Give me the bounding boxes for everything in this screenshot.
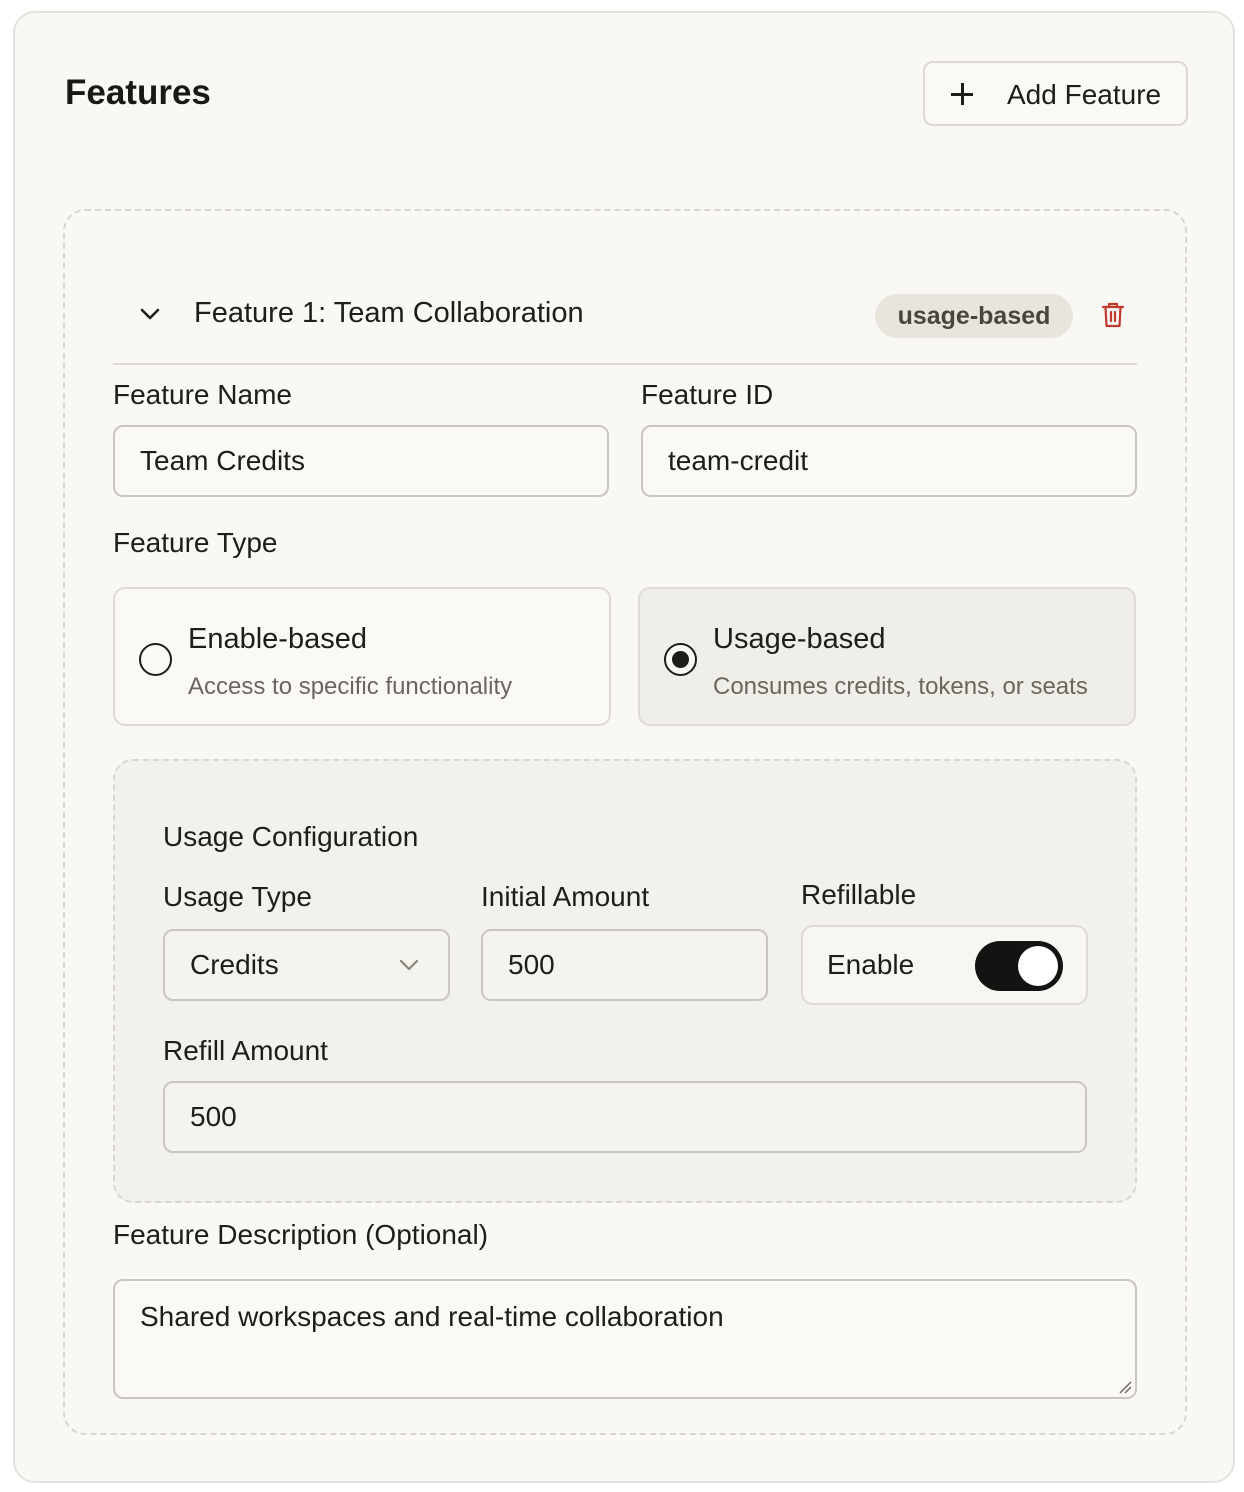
refillable-label: Refillable xyxy=(801,879,917,910)
refill-amount-label: Refill Amount xyxy=(163,1035,328,1066)
type-option-name: Enable-based xyxy=(188,623,367,655)
feature-card: Feature 1: Team Collaboration usage-base… xyxy=(63,209,1187,1435)
refill-amount-input[interactable]: 500 xyxy=(163,1081,1087,1153)
refillable-toggle-label: Enable xyxy=(827,949,915,980)
feature-description-value: Shared workspaces and real-time collabor… xyxy=(140,1301,724,1332)
feature-type-label: Feature Type xyxy=(113,527,278,558)
usage-type-value: Credits xyxy=(190,949,279,980)
feature-title: Feature 1: Team Collaboration xyxy=(194,297,584,329)
usage-type-label: Usage Type xyxy=(163,881,312,912)
initial-amount-input[interactable]: 500 xyxy=(481,929,768,1001)
add-feature-button[interactable]: Add Feature xyxy=(923,61,1188,126)
feature-type-badge: usage-based xyxy=(875,294,1073,338)
plus-icon xyxy=(947,79,977,109)
chevron-down-icon[interactable] xyxy=(137,301,163,327)
feature-id-input[interactable]: team-credit xyxy=(641,425,1137,497)
features-panel: Features Add Feature Feature 1: Team Col… xyxy=(13,11,1235,1483)
usage-configuration-title: Usage Configuration xyxy=(163,821,419,852)
type-option-description: Consumes credits, tokens, or seats xyxy=(713,673,1088,700)
header-divider xyxy=(113,363,1137,365)
radio-enable-based[interactable] xyxy=(139,643,172,676)
add-feature-label: Add Feature xyxy=(1007,79,1162,110)
refillable-toggle[interactable] xyxy=(975,941,1063,991)
trash-icon[interactable] xyxy=(1101,301,1125,329)
initial-amount-label: Initial Amount xyxy=(481,881,650,912)
resize-handle-icon[interactable] xyxy=(1118,1380,1132,1394)
feature-id-label: Feature ID xyxy=(641,379,774,410)
feature-description-textarea[interactable]: Shared workspaces and real-time collabor… xyxy=(113,1279,1137,1399)
usage-configuration: Usage Configuration Usage Type Credits I… xyxy=(113,759,1137,1203)
feature-name-label: Feature Name xyxy=(113,379,292,410)
type-option-description: Access to specific functionality xyxy=(188,673,513,700)
chevron-down-icon xyxy=(399,959,419,971)
feature-name-input[interactable]: Team Credits xyxy=(113,425,609,497)
radio-usage-based[interactable] xyxy=(664,643,697,676)
type-option-name: Usage-based xyxy=(713,623,886,655)
toggle-knob xyxy=(1018,946,1058,986)
feature-description-label: Feature Description (Optional) xyxy=(113,1219,489,1250)
page-title: Features xyxy=(65,73,211,112)
type-option-enable-based[interactable]: Enable-based Access to specific function… xyxy=(113,587,611,726)
usage-type-select[interactable]: Credits xyxy=(163,929,450,1001)
type-option-usage-based[interactable]: Usage-based Consumes credits, tokens, or… xyxy=(638,587,1136,726)
refillable-toggle-box: Enable xyxy=(801,925,1088,1005)
